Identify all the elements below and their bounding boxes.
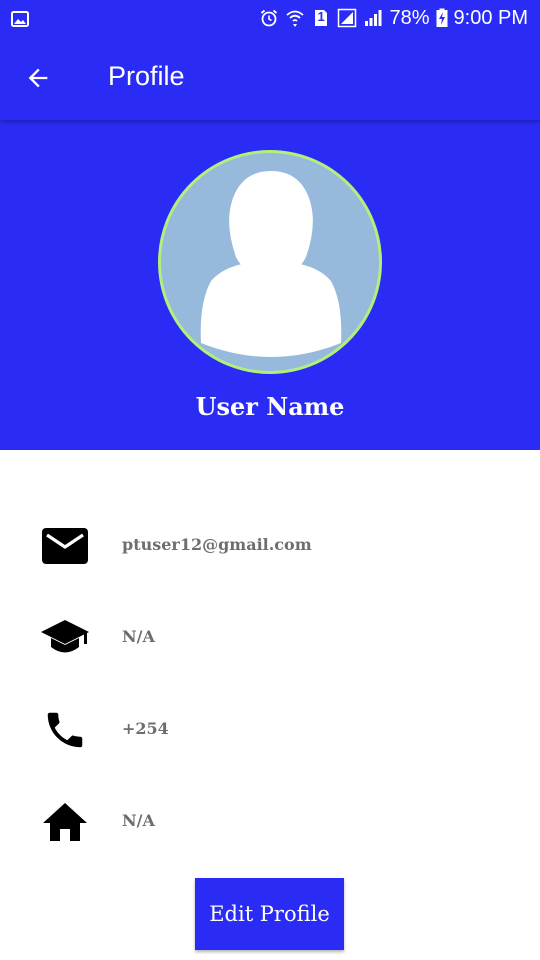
email-row: ptuser12@gmail.com xyxy=(0,515,540,575)
battery-percent: 78% xyxy=(389,6,430,29)
battery-icon xyxy=(436,8,448,28)
home-icon xyxy=(40,797,90,847)
avatar[interactable] xyxy=(158,150,382,374)
wifi-icon xyxy=(285,8,305,28)
address-row: N/A xyxy=(0,791,540,851)
signal-icon xyxy=(363,8,383,28)
phone-value: +254 xyxy=(122,719,169,738)
image-icon xyxy=(10,9,30,34)
school-icon xyxy=(40,613,90,663)
phone-icon xyxy=(40,705,90,755)
page-title: Profile xyxy=(108,61,185,91)
user-name: User Name xyxy=(195,392,345,421)
back-button[interactable] xyxy=(18,58,58,98)
email-value: ptuser12@gmail.com xyxy=(122,535,312,554)
signal-box-icon xyxy=(337,8,357,28)
email-icon xyxy=(40,521,90,571)
education-value: N/A xyxy=(122,627,155,646)
arrow-back-icon xyxy=(28,68,48,88)
alarm-icon xyxy=(259,8,279,28)
sim-badge: 1 xyxy=(317,9,325,24)
person-placeholder-icon xyxy=(200,171,342,357)
sim-icon: 1 xyxy=(311,8,331,28)
status-bar: 1 78% 9:00 PM xyxy=(0,0,540,36)
education-row: N/A xyxy=(0,607,540,667)
profile-header: User Name xyxy=(0,120,540,450)
app-bar: Profile xyxy=(0,36,540,120)
clock: 9:00 PM xyxy=(453,6,528,29)
address-value: N/A xyxy=(122,811,155,830)
edit-profile-button[interactable]: Edit Profile xyxy=(195,878,344,950)
phone-row: +254 xyxy=(0,699,540,759)
